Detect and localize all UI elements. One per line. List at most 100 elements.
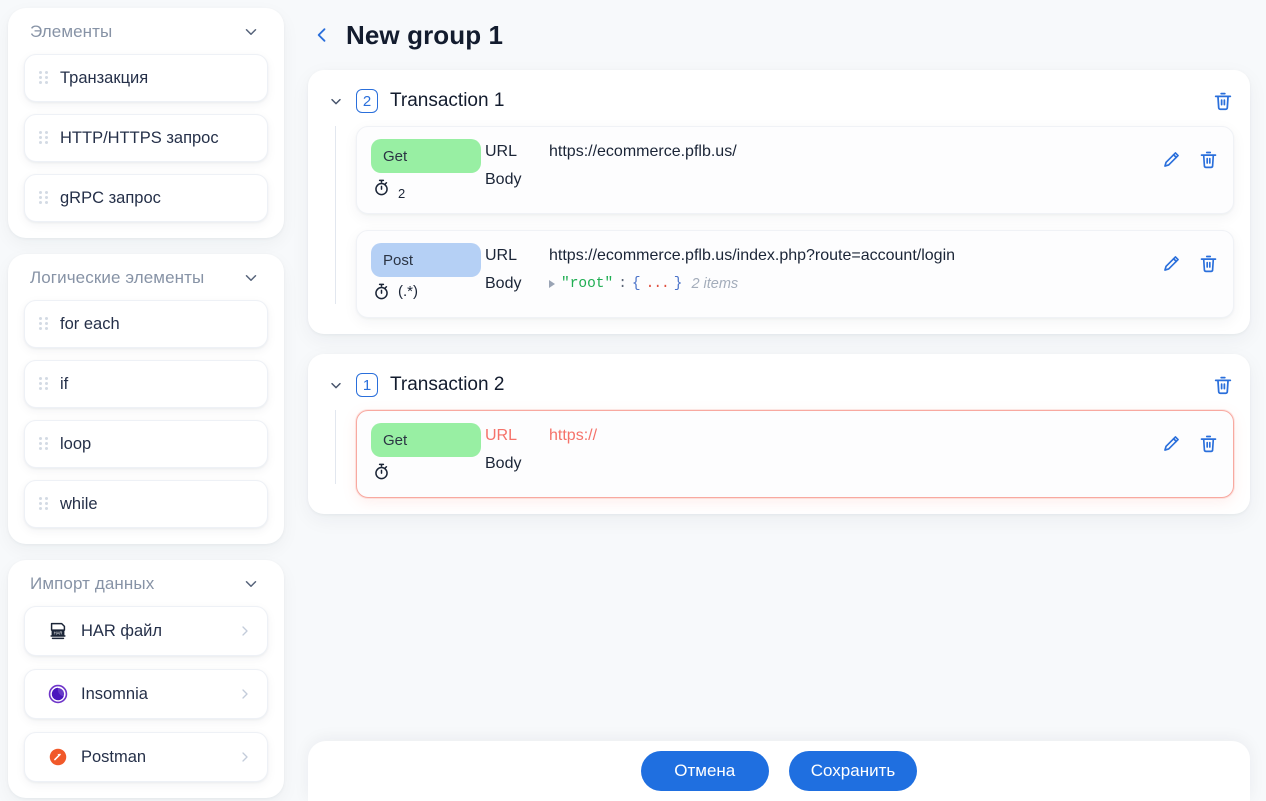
request-url-label: URL	[485, 247, 518, 264]
sidebar-item-label: if	[60, 374, 69, 393]
trash-icon[interactable]	[1198, 149, 1219, 170]
chevron-down-icon[interactable]	[242, 23, 260, 41]
chevron-right-icon[interactable]	[237, 749, 253, 765]
request-url-label: URL	[485, 143, 518, 160]
json-open-brace: {	[631, 276, 641, 292]
drag-handle-icon[interactable]	[39, 71, 48, 85]
drag-handle-icon[interactable]	[39, 437, 48, 451]
page-title: New group 1	[346, 19, 504, 50]
request-meta: Get	[371, 423, 485, 485]
json-close-brace: }	[673, 276, 683, 292]
chevron-right-icon[interactable]	[237, 623, 253, 639]
request-url-row: URL https://ecommerce.pflb.us/	[485, 143, 1147, 161]
sidebar-item-insomnia[interactable]: Insomnia	[24, 669, 268, 719]
sidebar-item-label: loop	[60, 434, 92, 453]
drag-handle-icon[interactable]	[39, 317, 48, 331]
request-meta: Post (.*)	[371, 243, 485, 305]
request-body-json-preview: "root" : {...} 2 items	[549, 276, 738, 292]
request-method-badge[interactable]: Get	[371, 139, 481, 173]
sidebar-section-elements-title: Элементы	[30, 22, 113, 41]
pencil-icon[interactable]	[1161, 433, 1182, 454]
tree-connector-line	[335, 126, 336, 304]
footer-action-bar: Отмена Сохранить	[308, 741, 1250, 801]
request-body-row: Body	[485, 455, 1147, 473]
sidebar-item-http-request[interactable]: HTTP/HTTPS запрос	[24, 114, 268, 162]
trash-icon[interactable]	[1212, 90, 1234, 112]
request-method-badge[interactable]: Post	[371, 243, 481, 277]
drag-handle-icon[interactable]	[39, 497, 48, 511]
transaction-card: 2 Transaction 1 Get 2 URL https://ecomme…	[308, 70, 1250, 334]
trash-icon[interactable]	[1198, 433, 1219, 454]
transaction-requests: Get URL https:// Body	[324, 410, 1234, 498]
sidebar-section-elements: Элементы Транзакция HTTP/HTTPS запрос gR…	[8, 8, 284, 238]
sidebar-item-if[interactable]: if	[24, 360, 268, 408]
main-content: New group 1 2 Transaction 1 Get 2 URL ht…	[292, 0, 1266, 801]
sidebar: Элементы Транзакция HTTP/HTTPS запрос gR…	[0, 0, 292, 801]
request-url-row: URL https://	[485, 427, 1147, 445]
sidebar-section-import: Импорт данных HAR HAR файл Insomnia Post…	[8, 560, 284, 798]
chevron-down-icon[interactable]	[242, 575, 260, 593]
stopwatch-icon	[372, 281, 391, 302]
request-details: URL https://ecommerce.pflb.us/index.php?…	[485, 243, 1147, 293]
chevron-down-icon[interactable]	[242, 269, 260, 287]
trash-icon[interactable]	[1198, 253, 1219, 274]
transaction-count-badge[interactable]: 2	[356, 89, 378, 113]
sidebar-item-loop[interactable]: loop	[24, 420, 268, 468]
request-body-row: Body "root" : {...} 2 items	[485, 275, 1147, 293]
trash-icon[interactable]	[1212, 374, 1234, 396]
request-body-row: Body	[485, 171, 1147, 189]
sidebar-item-transaction[interactable]: Транзакция	[24, 54, 268, 102]
chevron-left-icon[interactable]	[312, 23, 332, 47]
drag-handle-icon[interactable]	[39, 131, 48, 145]
sidebar-section-logic-title: Логические элементы	[30, 268, 205, 287]
request-url-row: URL https://ecommerce.pflb.us/index.php?…	[485, 247, 1147, 265]
request-timing	[371, 461, 485, 485]
insomnia-icon	[47, 683, 69, 705]
sidebar-item-while[interactable]: while	[24, 480, 268, 528]
app-root: Элементы Транзакция HTTP/HTTPS запрос gR…	[0, 0, 1266, 801]
request-details: URL https:// Body	[485, 423, 1147, 473]
chevron-down-icon[interactable]	[328, 377, 344, 393]
sidebar-section-import-header[interactable]: Импорт данных	[24, 574, 268, 594]
request-timing-value: 2	[398, 186, 406, 201]
sidebar-item-label: HAR файл	[81, 621, 163, 640]
sidebar-section-logic: Логические элементы for each if loop whi…	[8, 254, 284, 544]
pencil-icon[interactable]	[1161, 253, 1182, 274]
sidebar-item-grpc-request[interactable]: gRPC запрос	[24, 174, 268, 222]
transaction-header: 2 Transaction 1	[324, 84, 1234, 118]
sidebar-item-for-each[interactable]: for each	[24, 300, 268, 348]
stopwatch-icon	[372, 461, 391, 482]
expand-triangle-icon[interactable]	[549, 280, 555, 288]
request-meta: Get 2	[371, 139, 485, 201]
chevron-down-icon[interactable]	[328, 93, 344, 109]
request-row[interactable]: Post (.*) URL https://ecommerce.pflb.us/…	[356, 230, 1234, 318]
chevron-right-icon[interactable]	[237, 686, 253, 702]
request-actions	[1147, 243, 1219, 274]
request-row[interactable]: Get URL https:// Body	[356, 410, 1234, 498]
tree-connector-line	[335, 410, 336, 484]
stopwatch-icon	[372, 177, 391, 198]
sidebar-item-label: Postman	[81, 747, 147, 766]
sidebar-section-logic-header[interactable]: Логические элементы	[24, 268, 268, 288]
request-row[interactable]: Get 2 URL https://ecommerce.pflb.us/ Bod…	[356, 126, 1234, 214]
sidebar-item-har-file[interactable]: HAR HAR файл	[24, 606, 268, 656]
drag-handle-icon[interactable]	[39, 191, 48, 205]
request-url-value: https://ecommerce.pflb.us/	[549, 143, 737, 160]
pencil-icon[interactable]	[1161, 149, 1182, 170]
json-key: "root"	[561, 276, 614, 292]
sidebar-item-postman[interactable]: Postman	[24, 732, 268, 782]
request-body-label: Body	[485, 171, 522, 188]
request-body-label: Body	[485, 275, 522, 292]
request-url-value: https://ecommerce.pflb.us/index.php?rout…	[549, 247, 956, 264]
cancel-button[interactable]: Отмена	[640, 751, 769, 791]
transaction-count-badge[interactable]: 1	[356, 373, 378, 397]
har-file-icon: HAR	[47, 620, 69, 642]
json-colon: :	[618, 276, 627, 292]
request-method-badge[interactable]: Get	[371, 423, 481, 457]
drag-handle-icon[interactable]	[39, 377, 48, 391]
request-timing: 2	[371, 177, 485, 201]
save-button[interactable]: Сохранить	[788, 751, 918, 791]
request-details: URL https://ecommerce.pflb.us/ Body	[485, 139, 1147, 189]
sidebar-section-elements-header[interactable]: Элементы	[24, 22, 268, 42]
page-header: New group 1	[308, 0, 1250, 70]
